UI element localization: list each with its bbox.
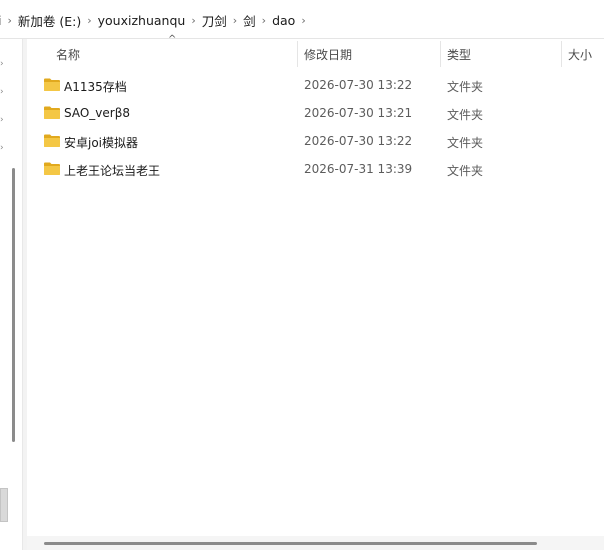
list-item[interactable]: A1135存档 2026-07-30 13:22 文件夹 (41, 71, 581, 99)
chevron-right-icon[interactable]: › (258, 14, 270, 27)
breadcrumb-item-dao[interactable]: dao (270, 13, 297, 28)
list-item[interactable]: 安卓joi模拟器 2026-07-30 13:22 文件夹 (41, 127, 581, 155)
file-type: 文件夹 (447, 80, 484, 94)
sort-ascending-icon: ^ (168, 34, 177, 45)
folder-icon (44, 106, 60, 119)
file-name: 上老王论坛当老王 (64, 164, 161, 178)
file-type: 文件夹 (447, 108, 484, 122)
breadcrumb-item-drive[interactable]: 新加卷 (E:) (16, 11, 83, 30)
chevron-right-icon[interactable]: › (83, 14, 95, 27)
horizontal-scrollbar-thumb[interactable] (44, 542, 537, 545)
folder-icon (44, 162, 60, 175)
column-divider[interactable] (297, 41, 298, 67)
file-date: 2026-07-30 13:22 (304, 134, 413, 148)
file-date: 2026-07-30 13:21 (304, 106, 413, 120)
chevron-right-icon[interactable]: › (297, 14, 309, 27)
list-item[interactable]: SAO_verβ8 2026-07-30 13:21 文件夹 (41, 99, 581, 127)
column-divider[interactable] (561, 41, 562, 67)
nav-scroll-handle[interactable] (0, 488, 8, 522)
column-header-size[interactable]: 大小 (568, 46, 592, 63)
list-item[interactable]: 上老王论坛当老王 2026-07-31 13:39 文件夹 (41, 155, 581, 183)
address-bar[interactable]: i › 新加卷 (E:) › youxizhuanqu › 刀剑 › 剑 › d… (0, 0, 604, 39)
chevron-right-icon[interactable]: › (187, 14, 199, 27)
chevron-right-icon[interactable]: › (3, 14, 15, 27)
breadcrumb: i › 新加卷 (E:) › youxizhuanqu › 刀剑 › 剑 › d… (0, 11, 310, 29)
breadcrumb-item-daojian[interactable]: 刀剑 (200, 11, 229, 30)
file-date: 2026-07-30 13:22 (304, 78, 413, 92)
file-type: 文件夹 (447, 164, 484, 178)
column-header-date[interactable]: 修改日期 (304, 46, 352, 63)
chevron-right-icon[interactable]: › (0, 59, 4, 69)
column-header-name[interactable]: 名称 (56, 46, 80, 63)
breadcrumb-item-youxizhuanqu[interactable]: youxizhuanqu (96, 13, 188, 28)
nav-scrollbar-thumb[interactable] (12, 168, 15, 442)
file-name: 安卓joi模拟器 (64, 136, 139, 150)
chevron-right-icon[interactable]: › (0, 87, 4, 97)
folder-icon (44, 78, 60, 91)
file-name: SAO_verβ8 (64, 106, 130, 120)
file-type: 文件夹 (447, 136, 484, 150)
file-name: A1135存档 (64, 80, 127, 94)
column-divider[interactable] (440, 41, 441, 67)
chevron-right-icon[interactable]: › (0, 143, 4, 153)
folder-icon (44, 134, 60, 147)
column-header-type[interactable]: 类型 (447, 46, 471, 63)
file-date: 2026-07-31 13:39 (304, 162, 413, 176)
breadcrumb-item-jian[interactable]: 剑 (241, 11, 258, 30)
chevron-right-icon[interactable]: › (229, 14, 241, 27)
file-list: ^ 名称 修改日期 类型 大小 A1135存档 2026-07-30 13:22… (27, 34, 604, 550)
chevron-right-icon[interactable]: › (0, 115, 4, 125)
column-header: ^ 名称 修改日期 类型 大小 (27, 34, 604, 67)
navigation-pane[interactable]: › › › › (0, 39, 22, 550)
